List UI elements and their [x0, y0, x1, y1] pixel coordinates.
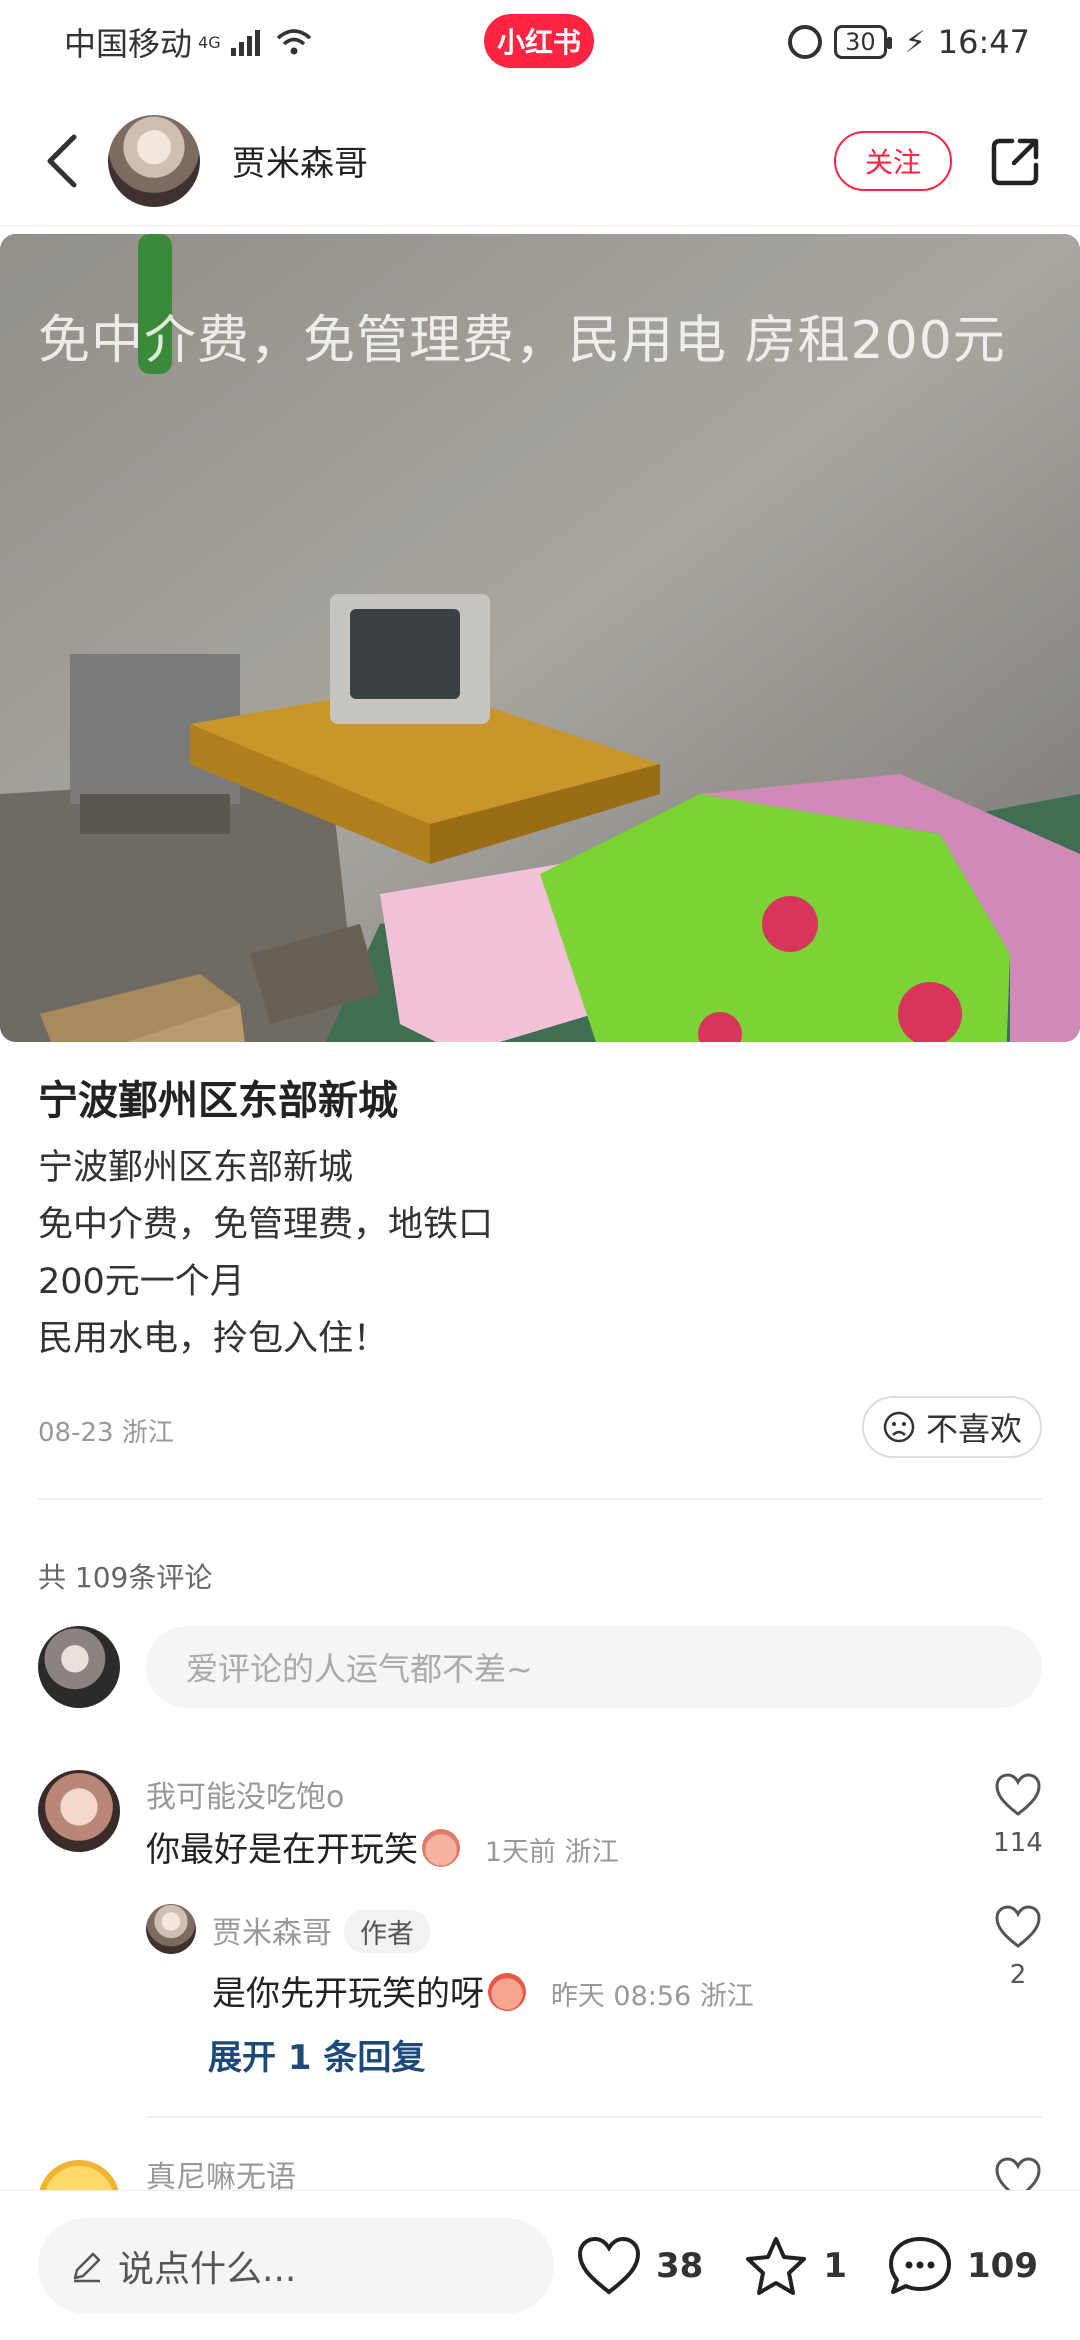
comment-bubble-icon: [889, 2236, 951, 2294]
wifi-icon: [276, 29, 311, 55]
share-icon[interactable]: [988, 133, 1044, 189]
alarm-icon: [788, 25, 823, 59]
reply-name-row[interactable]: 贾米森哥 作者: [212, 1908, 430, 1953]
author-name[interactable]: 贾米森哥: [232, 136, 368, 185]
clock: 16:47: [937, 23, 1030, 61]
battery-icon: 30: [834, 25, 892, 59]
back-button[interactable]: [36, 131, 86, 191]
post-title: 宁波鄞州区东部新城: [38, 1078, 398, 1124]
comment-button[interactable]: 109: [887, 2235, 1038, 2297]
say-something-input[interactable]: 说点什么...: [38, 2217, 554, 2314]
heart-icon: [995, 1773, 1041, 1816]
comment-input[interactable]: 爱评论的人运气都不差~: [146, 1626, 1042, 1708]
post-location: 浙江: [121, 1418, 174, 1448]
thread-divider: [146, 2116, 1042, 2118]
battery-level: 30: [845, 28, 876, 56]
sad-face-icon: [883, 1411, 915, 1443]
dislike-label: 不喜欢: [925, 1410, 1022, 1448]
divider: [38, 1498, 1042, 1500]
my-avatar: [38, 1626, 120, 1708]
collect-button[interactable]: 1: [743, 2235, 847, 2297]
status-bar: 中国移动 4G 小红书 30 ⚡ 16:47: [0, 0, 1080, 84]
comment-body: 你最好是在开玩笑: [146, 1830, 418, 1870]
comment-count-bottom: 109: [967, 2245, 1038, 2286]
signal-icon: [230, 28, 260, 56]
reply-text[interactable]: 是你先开玩笑的呀 昨天 08:56 浙江: [212, 1966, 754, 2015]
like-count: 114: [993, 1828, 1043, 1858]
author-avatar[interactable]: [108, 114, 200, 207]
chevron-left-icon: [47, 134, 77, 187]
post-line: 200元一个月: [38, 1262, 245, 1302]
reply-time: 昨天 08:56 浙江: [550, 1981, 754, 2012]
post-image[interactable]: 免中介费，免管理费，民用电 房租200元: [0, 234, 1080, 1042]
emoji-icon: [422, 1829, 460, 1867]
comment-like[interactable]: 114: [980, 1772, 1056, 1858]
reply-avatar[interactable]: [146, 1904, 196, 1954]
app-badge: 小红书: [484, 14, 594, 68]
top-nav: 贾米森哥 关注: [0, 96, 1080, 226]
bottom-bar: 说点什么... 38 1 109: [0, 2190, 1080, 2340]
say-placeholder: 说点什么...: [118, 2248, 297, 2290]
commenter-avatar[interactable]: [38, 1770, 120, 1852]
reply-like[interactable]: 2: [980, 1904, 1056, 1990]
post-body: 宁波鄞州区东部新城 免中介费，免管理费，地铁口 200元一个月 民用水电，拎包入…: [38, 1140, 493, 1368]
author-tag: 作者: [344, 1910, 430, 1953]
reply-author: 贾米森哥: [212, 1916, 332, 1951]
reply-body: 是你先开玩笑的呀: [212, 1974, 484, 2014]
follow-button[interactable]: 关注: [834, 130, 952, 191]
post-line: 宁波鄞州区东部新城: [38, 1148, 354, 1188]
collect-count: 1: [823, 2245, 847, 2286]
network-label: 4G: [198, 32, 221, 52]
post-meta: 08-23 浙江: [38, 1412, 174, 1449]
like-count: 38: [656, 2245, 704, 2286]
comment-time: 1天前 浙江: [484, 1837, 619, 1868]
expand-replies-link[interactable]: 展开 1 条回复: [208, 2030, 425, 2079]
dislike-button[interactable]: 不喜欢: [862, 1396, 1042, 1458]
status-right: 30 ⚡ 16:47: [788, 23, 1030, 61]
post-date: 08-23: [38, 1418, 114, 1448]
like-count: 2: [1009, 1960, 1027, 1990]
post-line: 民用水电，拎包入住！: [38, 1319, 389, 1359]
pencil-icon: [73, 2252, 101, 2282]
image-overlay-text: 免中介费，免管理费，民用电 房租200元: [38, 311, 1006, 371]
post-line: 免中介费，免管理费，地铁口: [38, 1205, 494, 1245]
comment-text[interactable]: 你最好是在开玩笑 1天前 浙江: [146, 1822, 619, 1871]
carrier-label: 中国移动: [64, 25, 193, 63]
heart-icon: [995, 1905, 1041, 1948]
charging-icon: ⚡: [904, 24, 926, 60]
comment-count: 共 109条评论: [38, 1561, 213, 1594]
emoji-icon: [488, 1973, 526, 2011]
like-button[interactable]: 38: [576, 2235, 703, 2297]
status-left: 中国移动 4G: [64, 19, 312, 65]
star-icon: [746, 2236, 807, 2295]
heart-icon: [577, 2236, 641, 2295]
commenter-name[interactable]: 我可能没吃饱o: [146, 1772, 344, 1816]
